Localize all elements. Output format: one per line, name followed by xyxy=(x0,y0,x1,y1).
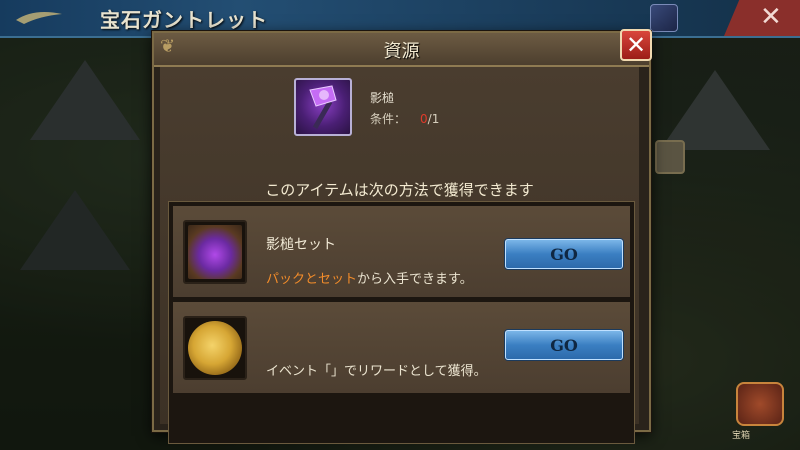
condition-current: 0 xyxy=(420,112,428,126)
source-title: 影槌セット xyxy=(266,237,336,253)
close-icon: ✕ xyxy=(760,2,782,32)
dialog-header: ❦ 資源 ✕ xyxy=(154,29,652,67)
acquire-subtitle: このアイテムは次の方法で獲得できます xyxy=(265,181,534,199)
source-highlight: パックとセット xyxy=(266,272,358,287)
go-button[interactable]: GO xyxy=(505,239,623,269)
condition-label: 条件： xyxy=(370,112,407,126)
source-list: 影槌セット パックとセットから入手できます。 GO イベント「」でリワードとして… xyxy=(168,201,635,444)
dialog-body: 影槌 条件： 0/1 このアイテムは次の方法で獲得できます 影槌セット パックとセ… xyxy=(160,67,639,444)
go-button-label: GO xyxy=(550,336,578,355)
resource-dialog: ❦ 資源 ✕ 影槌 条件： 0/1 このアイテムは次の方法で獲得できます 影槌セッ… xyxy=(152,29,652,444)
treasure-chest-icon xyxy=(183,220,247,284)
screen-title: 宝石ガントレット xyxy=(100,8,268,32)
dialog-title: 資源 xyxy=(383,41,420,62)
chest-icon[interactable] xyxy=(736,382,784,426)
go-button-label: GO xyxy=(550,245,578,264)
item-name: 影槌 xyxy=(370,91,395,105)
condition-required: 1 xyxy=(431,112,440,126)
source-desc-text: から入手できます。 xyxy=(357,272,473,287)
dialog-close-button[interactable]: ✕ xyxy=(620,29,652,61)
screen-close-button[interactable]: ✕ xyxy=(724,0,800,36)
source-desc-text: イベント「」でリワードとして獲得。 xyxy=(266,364,487,379)
logo-icon xyxy=(14,6,64,26)
source-description: イベント「」でリワードとして獲得。 xyxy=(266,360,487,379)
close-icon: ✕ xyxy=(625,31,647,59)
source-description: パックとセットから入手できます。 xyxy=(266,268,473,287)
chest-label: 宝箱 xyxy=(732,431,751,441)
go-button[interactable]: GO xyxy=(505,330,623,360)
source-row: 影槌セット パックとセットから入手できます。 GO xyxy=(173,206,630,297)
quest-icon[interactable] xyxy=(650,4,678,32)
gold-coin-icon xyxy=(183,316,247,380)
shadow-hammer-icon xyxy=(294,78,352,136)
lock-icon[interactable] xyxy=(655,140,685,174)
item-condition: 条件： 0/1 xyxy=(370,110,439,127)
source-row: イベント「」でリワードとして獲得。 GO xyxy=(173,302,630,393)
